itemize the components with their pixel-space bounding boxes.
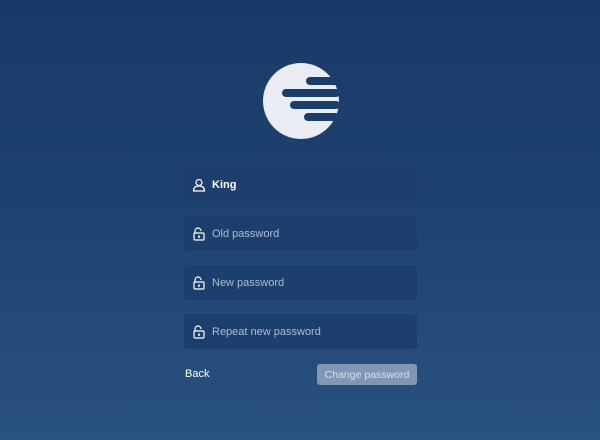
- form-actions: Back Change password: [184, 364, 417, 385]
- repeat-password-input[interactable]: [212, 314, 417, 349]
- lock-icon: [192, 226, 206, 241]
- user-icon: [192, 178, 206, 192]
- repeat-password-field[interactable]: [184, 314, 417, 349]
- old-password-field[interactable]: [184, 216, 417, 251]
- lock-icon: [192, 324, 206, 339]
- username-field: King: [184, 167, 417, 202]
- change-password-button[interactable]: Change password: [317, 364, 417, 385]
- lock-icon: [192, 275, 206, 290]
- new-password-field[interactable]: [184, 265, 417, 300]
- back-link[interactable]: Back: [185, 368, 209, 380]
- new-password-input[interactable]: [212, 265, 417, 300]
- old-password-input[interactable]: [212, 216, 417, 251]
- app-logo-icon: [262, 62, 340, 140]
- change-password-form: King: [184, 167, 417, 363]
- username-value: King: [212, 178, 237, 191]
